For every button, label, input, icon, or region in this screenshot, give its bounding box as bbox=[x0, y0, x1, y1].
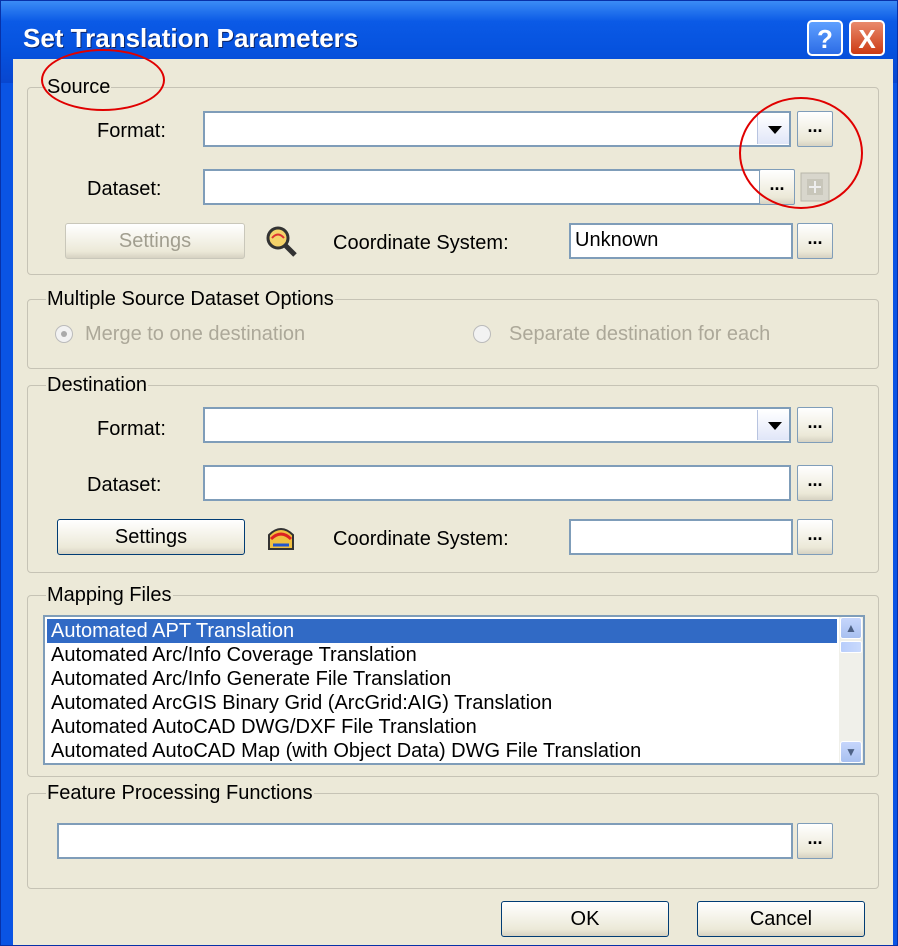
feature-processing-input[interactable] bbox=[57, 823, 793, 859]
close-button[interactable]: X bbox=[849, 20, 885, 56]
destination-coordinate-browse-button[interactable]: ... bbox=[797, 519, 833, 555]
list-item[interactable]: Automated Arc/Info Coverage Translation bbox=[47, 643, 837, 667]
mapping-files-group-label: Mapping Files bbox=[46, 583, 173, 607]
coordinate-system-icon[interactable] bbox=[263, 519, 299, 555]
dialog-window: Set Translation Parameters ? X Source Fo… bbox=[0, 0, 898, 946]
separate-radio[interactable] bbox=[473, 325, 491, 343]
list-item[interactable]: Automated ArcGIS Binary Grid (ArcGrid:AI… bbox=[47, 691, 837, 715]
destination-coordinate-input[interactable] bbox=[569, 519, 793, 555]
destination-dataset-label: Dataset: bbox=[87, 474, 162, 496]
list-scrollbar[interactable]: ▲ ▼ bbox=[839, 617, 863, 763]
source-coordinate-label: Coordinate System: bbox=[333, 232, 509, 254]
cancel-button[interactable]: Cancel bbox=[697, 901, 865, 937]
scroll-thumb[interactable] bbox=[840, 641, 862, 653]
scroll-up-icon[interactable]: ▲ bbox=[840, 617, 862, 639]
destination-dataset-input[interactable] bbox=[203, 465, 791, 501]
help-button[interactable]: ? bbox=[807, 20, 843, 56]
source-format-select[interactable] bbox=[203, 111, 791, 147]
destination-dataset-browse-button[interactable]: ... bbox=[797, 465, 833, 501]
feature-processing-browse-button[interactable]: ... bbox=[797, 823, 833, 859]
source-coordinate-browse-button[interactable]: ... bbox=[797, 223, 833, 259]
source-dataset-input[interactable] bbox=[203, 169, 763, 205]
destination-coordinate-label: Coordinate System: bbox=[333, 528, 509, 550]
destination-format-select[interactable] bbox=[203, 407, 791, 443]
list-item[interactable]: Automated Arc/Info Generate File Transla… bbox=[47, 667, 837, 691]
destination-format-label: Format: bbox=[97, 418, 166, 440]
annotation-circle-source bbox=[41, 49, 165, 111]
multiple-source-group-label: Multiple Source Dataset Options bbox=[46, 287, 335, 311]
mapping-files-list[interactable]: Automated APT Translation Automated Arc/… bbox=[43, 615, 865, 765]
list-item[interactable]: Automated APT Translation bbox=[47, 619, 837, 643]
separate-radio-label: Separate destination for each bbox=[509, 323, 771, 345]
feature-processing-group-label: Feature Processing Functions bbox=[46, 781, 314, 805]
merge-radio-label: Merge to one destination bbox=[85, 323, 306, 345]
magnifier-coordinate-icon[interactable] bbox=[263, 223, 299, 259]
scroll-down-icon[interactable]: ▼ bbox=[840, 741, 862, 763]
destination-format-browse-button[interactable]: ... bbox=[797, 407, 833, 443]
list-item[interactable]: Automated AutoCAD DWG/DXF File Translati… bbox=[47, 715, 837, 739]
merge-radio[interactable] bbox=[55, 325, 73, 343]
source-coordinate-input[interactable]: Unknown bbox=[569, 223, 793, 259]
ok-button[interactable]: OK bbox=[501, 901, 669, 937]
destination-format-dropdown-arrow[interactable] bbox=[757, 410, 789, 440]
destination-settings-button[interactable]: Settings bbox=[57, 519, 245, 555]
annotation-circle-browse bbox=[739, 97, 863, 209]
list-item[interactable]: Automated AutoCAD Map (with Object Data)… bbox=[47, 739, 837, 763]
destination-group-label: Destination bbox=[46, 373, 149, 397]
dialog-title: Set Translation Parameters bbox=[23, 23, 359, 53]
source-format-label: Format: bbox=[97, 120, 166, 142]
source-settings-button[interactable]: Settings bbox=[65, 223, 245, 259]
source-dataset-label: Dataset: bbox=[87, 178, 162, 200]
